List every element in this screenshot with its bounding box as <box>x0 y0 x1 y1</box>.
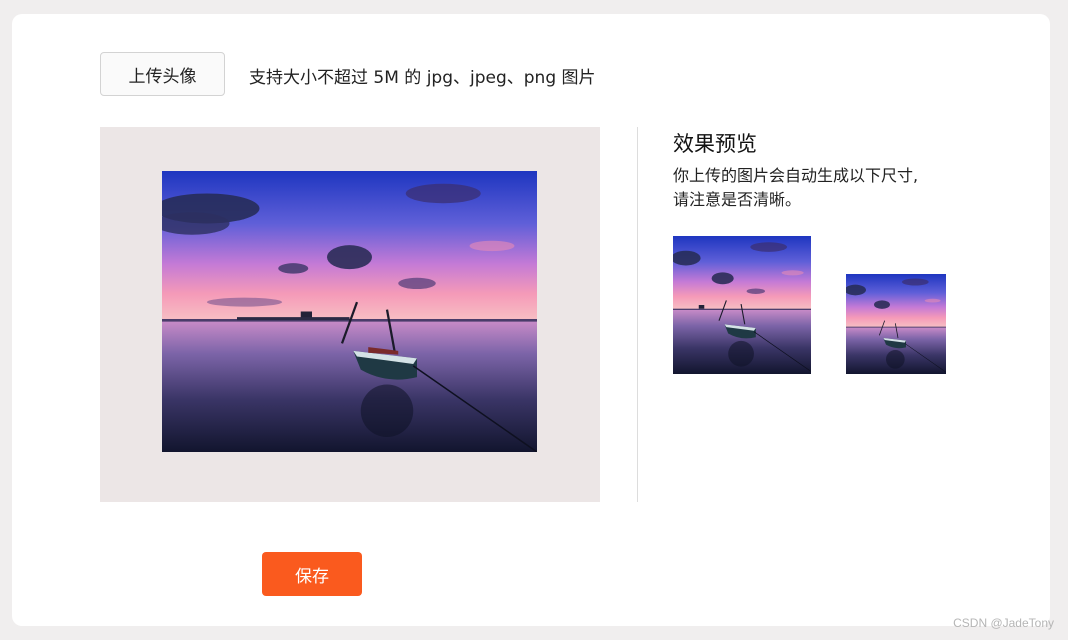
preview-description: 你上传的图片会自动生成以下尺寸, 请注意是否清晰。 <box>673 164 973 212</box>
upload-hint: 支持大小不超过 5M 的 jpg、jpeg、png 图片 <box>249 68 596 88</box>
watermark: CSDN @JadeTony <box>953 616 1054 630</box>
uploaded-photo[interactable] <box>162 171 537 452</box>
preview-title: 效果预览 <box>673 132 757 156</box>
preview-large-avatar <box>673 236 811 374</box>
vertical-divider <box>637 127 638 502</box>
preview-desc-line-2: 请注意是否清晰。 <box>673 190 802 209</box>
upload-avatar-button[interactable]: 上传头像 <box>100 52 225 96</box>
preview-desc-line-1: 你上传的图片会自动生成以下尺寸, <box>673 166 919 185</box>
preview-small-avatar <box>846 274 946 374</box>
save-button[interactable]: 保存 <box>262 552 362 596</box>
